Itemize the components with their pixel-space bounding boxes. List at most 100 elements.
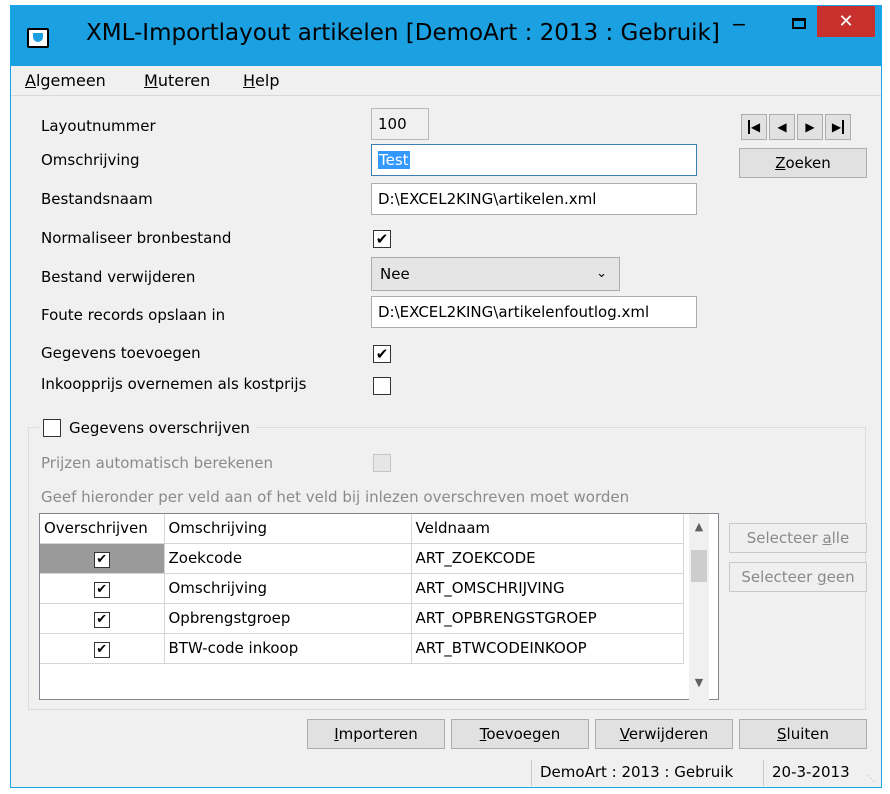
menu-muteren-hotkey: M [144, 71, 158, 90]
scroll-thumb[interactable] [691, 550, 707, 582]
importeren-button[interactable]: Importeren [307, 719, 445, 749]
select-all-button[interactable]: Selecteer alle [729, 523, 867, 553]
bestandsnaam-label: Bestandsnaam [41, 190, 153, 208]
previous-record-icon: ◀ [777, 120, 787, 134]
row-veldnaam[interactable]: ART_OMSCHRIJVING [411, 573, 684, 604]
previous-record-button[interactable]: ◀ [769, 114, 795, 140]
table-header-row: Overschrijven Omschrijving Veldnaam [40, 514, 684, 544]
row-checkbox[interactable]: ✔ [93, 641, 110, 658]
verwijderen-button[interactable]: Verwijderen [595, 719, 733, 749]
menu-bar: Algemeen Muteren Help [11, 66, 881, 96]
row-checkbox-cell[interactable]: ✔ [40, 573, 165, 604]
main-window: XML-Importlayout artikelen [DemoArt : 20… [10, 5, 882, 788]
overschrijven-legend: Gegevens overschrijven [39, 418, 256, 442]
resize-grip-icon[interactable]: ⋱ [867, 774, 877, 784]
overschrijven-hint: Geef hieronder per veld aan of het veld … [41, 488, 630, 506]
select-none-label-post: een [826, 568, 855, 586]
next-record-icon: ▶ [805, 120, 815, 134]
row-omschrijving[interactable]: Omschrijving [164, 573, 412, 604]
last-record-button[interactable]: ▶ [825, 114, 851, 140]
table-row[interactable]: ✔ Opbrengstgroep ART_OPBRENGSTGROEP [40, 603, 684, 634]
verwijderen-label: Bestand verwijderen [41, 268, 196, 286]
menu-help[interactable]: Help [243, 71, 279, 90]
layoutnummer-field: 100 [371, 108, 429, 140]
foute-records-input[interactable]: D:\EXCEL2KING\artikelenfoutlog.xml [371, 296, 697, 328]
layoutnummer-label: Layoutnummer [41, 117, 156, 135]
zoeken-hotkey: Z [775, 154, 786, 172]
column-header-veldnaam[interactable]: Veldnaam [411, 514, 684, 544]
column-header-overschrijven[interactable]: Overschrijven [40, 514, 165, 544]
zoeken-label: oeken [785, 154, 831, 172]
window-title: XML-Importlayout artikelen [DemoArt : 20… [86, 20, 720, 46]
next-record-button[interactable]: ▶ [797, 114, 823, 140]
close-button[interactable]: ✕ [817, 6, 875, 37]
prijzen-checkbox[interactable] [373, 454, 391, 472]
table-row[interactable]: ✔ Omschrijving ART_OMSCHRIJVING [40, 573, 684, 604]
sluiten-hotkey: S [777, 725, 787, 743]
table-row[interactable]: ✔ BTW-code inkoop ART_BTWCODEINKOOP [40, 633, 684, 664]
last-record-icon: ▶ [831, 120, 845, 134]
menu-muteren-label: uteren [157, 71, 211, 90]
first-record-button[interactable]: ◀ [741, 114, 767, 140]
bestandsnaam-input[interactable]: D:\EXCEL2KING\artikelen.xml [371, 183, 697, 215]
minimize-button[interactable]: ‒ [719, 12, 759, 42]
inkoopprijs-label: Inkoopprijs overnemen als kostprijs [41, 375, 307, 393]
row-checkbox-cell[interactable]: ✔ [40, 543, 165, 574]
row-veldnaam[interactable]: ART_ZOEKCODE [411, 543, 684, 574]
select-none-button[interactable]: Selecteer geen [729, 562, 867, 592]
zoeken-button[interactable]: Zoeken [739, 148, 867, 178]
verwijderen-select[interactable]: Nee ⌄ [371, 257, 620, 291]
menu-algemeen-label: lgemeen [35, 71, 106, 90]
overschrijven-grid: Overschrijven Omschrijving Veldnaam ✔ Zo… [39, 513, 719, 700]
row-checkbox[interactable]: ✔ [93, 611, 110, 628]
row-checkbox[interactable]: ✔ [93, 581, 110, 598]
menu-help-hotkey: H [243, 71, 256, 90]
menu-muteren[interactable]: Muteren [144, 71, 210, 90]
foute-records-label: Foute records opslaan in [41, 306, 226, 324]
verwijderen-value: Nee [380, 265, 410, 283]
overschrijven-label: Gegevens overschrijven [69, 418, 250, 437]
verwijderen-hotkey: V [619, 725, 629, 743]
overschrijven-checkbox[interactable] [43, 418, 61, 437]
normaliseer-label: Normaliseer bronbestand [41, 229, 232, 247]
title-bar[interactable]: XML-Importlayout artikelen [DemoArt : 20… [11, 6, 881, 66]
sluiten-label: luiten [786, 725, 829, 743]
row-omschrijving[interactable]: Zoekcode [164, 543, 412, 574]
row-omschrijving[interactable]: BTW-code inkoop [164, 633, 412, 664]
row-checkbox-cell[interactable]: ✔ [40, 603, 165, 634]
row-veldnaam[interactable]: ART_OPBRENGSTGROEP [411, 603, 684, 634]
menu-algemeen-hotkey: A [25, 71, 36, 90]
overschrijven-table: Overschrijven Omschrijving Veldnaam ✔ Zo… [40, 514, 684, 664]
row-veldnaam[interactable]: ART_BTWCODEINKOOP [411, 633, 684, 664]
maximize-button[interactable] [779, 12, 819, 42]
menu-algemeen[interactable]: Algemeen [25, 71, 106, 90]
importeren-label: mporteren [338, 725, 418, 743]
maximize-icon [792, 18, 806, 29]
status-context: DemoArt : 2013 : Gebruik [531, 760, 733, 786]
status-bar: DemoArt : 2013 : Gebruik 20-3-2013 ⋱ [11, 756, 881, 787]
toevoegen-button[interactable]: Toevoegen [451, 719, 589, 749]
toevoegen-label: Gegevens toevoegen [41, 344, 201, 362]
select-all-label-post: lle [831, 529, 850, 547]
scroll-down-icon[interactable]: ▼ [689, 676, 709, 694]
sluiten-button[interactable]: Sluiten [739, 719, 867, 749]
chevron-down-icon: ⌄ [596, 266, 607, 281]
select-all-label-pre: Selecteer [746, 529, 823, 547]
verwijderen-label-btn: erwijderen [628, 725, 709, 743]
app-icon[interactable] [27, 28, 49, 48]
omschrijving-input[interactable]: Test [371, 144, 697, 176]
row-omschrijving[interactable]: Opbrengstgroep [164, 603, 412, 634]
scroll-up-icon[interactable]: ▲ [689, 520, 709, 538]
row-checkbox[interactable]: ✔ [93, 551, 110, 568]
inkoopprijs-checkbox[interactable] [373, 377, 391, 395]
normaliseer-checkbox[interactable]: ✔ [373, 230, 391, 248]
select-none-label-pre: Selecteer [741, 568, 818, 586]
first-record-icon: ◀ [747, 120, 761, 134]
grid-scrollbar[interactable]: ▲ ▼ [689, 514, 709, 700]
row-checkbox-cell[interactable]: ✔ [40, 633, 165, 664]
column-header-omschrijving[interactable]: Omschrijving [164, 514, 412, 544]
table-row[interactable]: ✔ Zoekcode ART_ZOEKCODE [40, 543, 684, 574]
prijzen-label: Prijzen automatisch berekenen [41, 454, 274, 472]
status-date: 20-3-2013 [763, 760, 850, 786]
toevoegen-checkbox[interactable]: ✔ [373, 345, 391, 363]
